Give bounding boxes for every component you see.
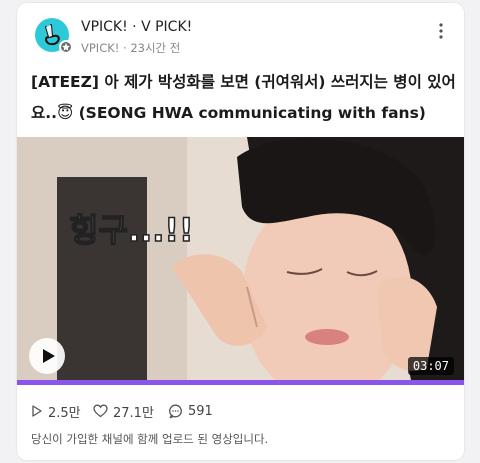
heart-outline-icon — [93, 404, 108, 418]
video-player[interactable]: 힝구...!! 03:07 — [17, 137, 464, 385]
channel-notice: 당신이 가입한 채널에 함께 업로드 된 영상입니다. — [31, 432, 269, 446]
likes-stat[interactable]: 27.1만 — [93, 401, 154, 421]
post-meta: VPICK! · 23시간 전 — [81, 41, 181, 55]
video-duration: 03:07 — [407, 357, 454, 375]
video-progress-bar[interactable] — [17, 380, 464, 385]
likes-count: 27.1만 — [113, 405, 154, 421]
post-header: VPICK! · V PICK! VPICK! · 23시간 전 — [31, 16, 454, 60]
views-count: 2.5만 — [48, 405, 81, 421]
post-card[interactable]: VPICK! · V PICK! VPICK! · 23시간 전 [ATEEZ]… — [17, 3, 464, 460]
more-vertical-icon[interactable] — [436, 22, 446, 40]
video-thumbnail — [17, 137, 464, 385]
video-caption-overlay: 힝구...!! — [68, 210, 194, 250]
video-progress-fill — [17, 380, 464, 385]
play-icon — [43, 349, 55, 363]
play-outline-icon — [32, 405, 42, 417]
star-badge-icon — [59, 40, 73, 54]
comment-icon — [169, 404, 182, 418]
comments-count: 591 — [188, 403, 213, 419]
channel-name[interactable]: VPICK! · V PICK! — [81, 19, 192, 35]
comments-stat[interactable]: 591 — [168, 401, 213, 421]
views-stat: 2.5만 — [31, 401, 81, 421]
post-title[interactable]: [ATEEZ] 아 제가 박성화를 보면 (귀여워서) 쓰러지는 병이 있어요.… — [31, 67, 456, 129]
post-stats: 2.5만 27.1만 591 — [31, 401, 450, 421]
play-button[interactable] — [29, 338, 65, 374]
channel-avatar[interactable] — [35, 18, 73, 54]
